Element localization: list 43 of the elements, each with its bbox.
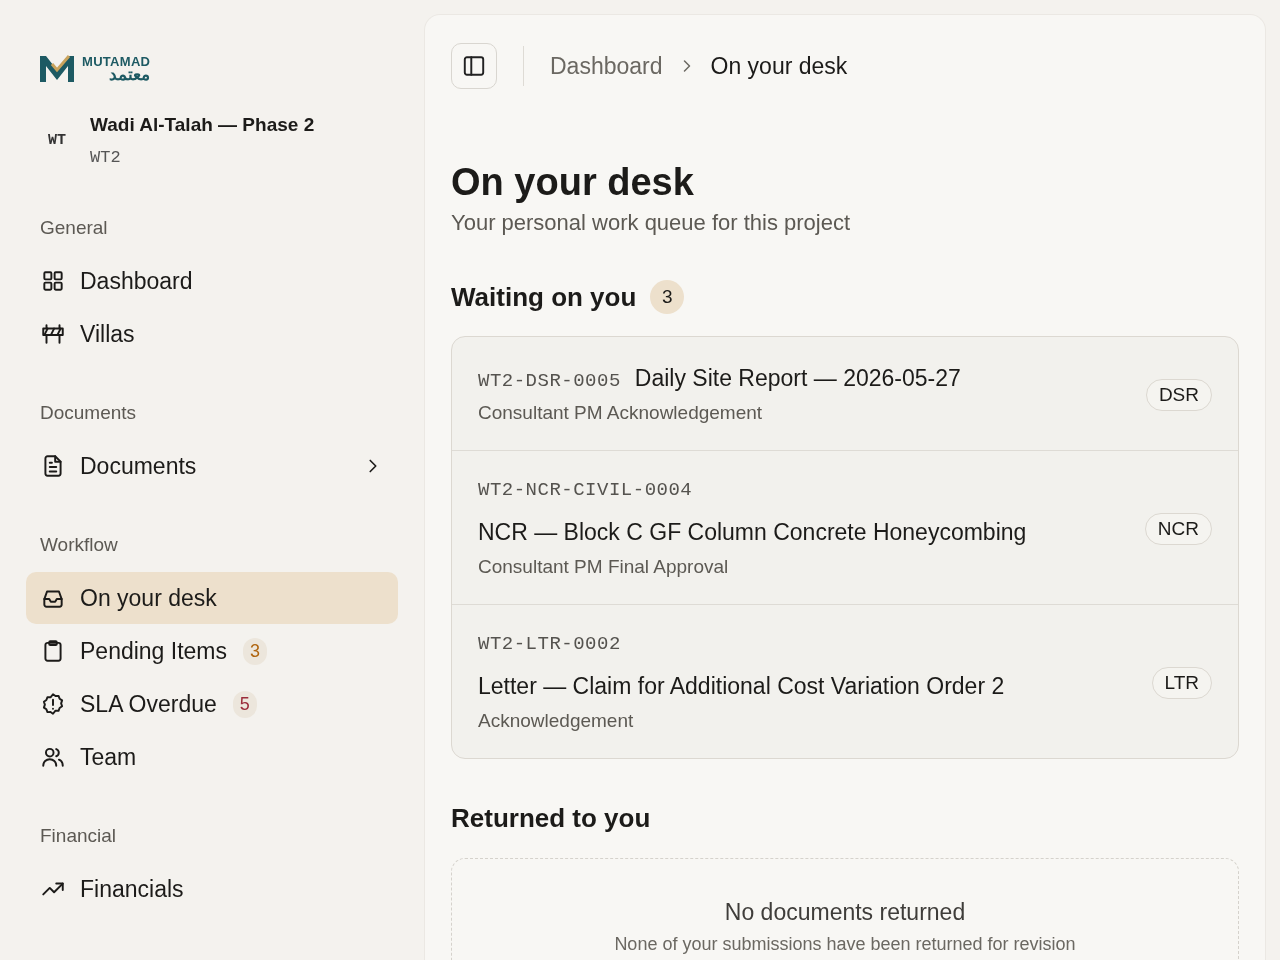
section-heading: Documents xyxy=(40,402,138,424)
document-code: WT2-NCR-CIVIL-0004 xyxy=(478,479,693,501)
workflow-step: Consultant PM Final Approval xyxy=(478,556,1129,578)
queue-row[interactable]: WT2-NCR-CIVIL-0004 NCR — Block C GF Column Concrete Honeycombing Consultant PM Final Approval NCR xyxy=(452,450,1238,604)
section-title: Returned to you xyxy=(451,803,652,834)
page-subtitle: Your personal work queue for this project xyxy=(451,210,852,236)
nav-item[interactable]: SLA Overdue 5 xyxy=(26,678,398,730)
workflow-step: Acknowledgement xyxy=(478,710,1136,732)
document-title: Daily Site Report — 2026-05-27 xyxy=(634,365,961,392)
empty-state-title: No documents returned xyxy=(723,899,967,926)
project-initials: WT xyxy=(48,132,66,149)
page-title: On your desk xyxy=(451,161,695,204)
count-badge: 3 xyxy=(243,637,268,665)
queue-row[interactable]: WT2-DSR-0005 Daily Site Report — 2026-05-27 Consultant PM Acknowledgement DSR xyxy=(452,337,1238,450)
document-code: WT2-DSR-0005 xyxy=(478,370,621,392)
workflow-step: Consultant PM Acknowledgement xyxy=(478,402,1130,424)
section-heading: Financial xyxy=(40,825,118,847)
empty-state-text: None of your submissions have been returned for revision xyxy=(613,934,1077,955)
document-title: Letter — Claim for Additional Cost Variation Order 2 xyxy=(478,673,1005,700)
section-heading: Workflow xyxy=(40,534,119,556)
breadcrumb-link[interactable]: Dashboard xyxy=(550,52,663,80)
document-title: NCR — Block C GF Column Concrete Honeycombing xyxy=(478,519,1027,546)
type-tag: DSR xyxy=(1145,378,1212,411)
count-badge: 5 xyxy=(232,690,257,718)
breadcrumb-current: On your desk xyxy=(710,52,848,80)
nav-item[interactable]: Dashboard xyxy=(26,255,398,307)
project-code: WT2 xyxy=(90,148,122,167)
nav-item[interactable]: On your desk xyxy=(26,572,398,624)
section-title: Waiting on you xyxy=(451,281,637,313)
project-name: Wadi Al-Talah — Phase 2 xyxy=(90,114,315,136)
nav-item[interactable]: Financials xyxy=(26,863,398,915)
queue-row[interactable]: WT2-LTR-0002 Letter — Claim for Additional Cost Variation Order 2 Acknowledgement LTR xyxy=(452,604,1238,758)
nav-item[interactable]: Villas xyxy=(26,308,398,360)
document-code: WT2-LTR-0002 xyxy=(478,633,621,655)
count-badge: 3 xyxy=(650,280,685,314)
nav-item[interactable]: Documents xyxy=(26,440,398,492)
logo-arabic-wordmark: معتمد xyxy=(109,66,151,83)
logo-wordmark: MUTAMAD xyxy=(82,55,151,68)
type-tag: NCR xyxy=(1144,512,1212,545)
type-tag: LTR xyxy=(1151,666,1212,699)
section-heading: General xyxy=(40,217,109,239)
nav-item[interactable]: Pending Items 3 xyxy=(26,625,398,677)
nav-item[interactable]: Team xyxy=(26,731,398,783)
